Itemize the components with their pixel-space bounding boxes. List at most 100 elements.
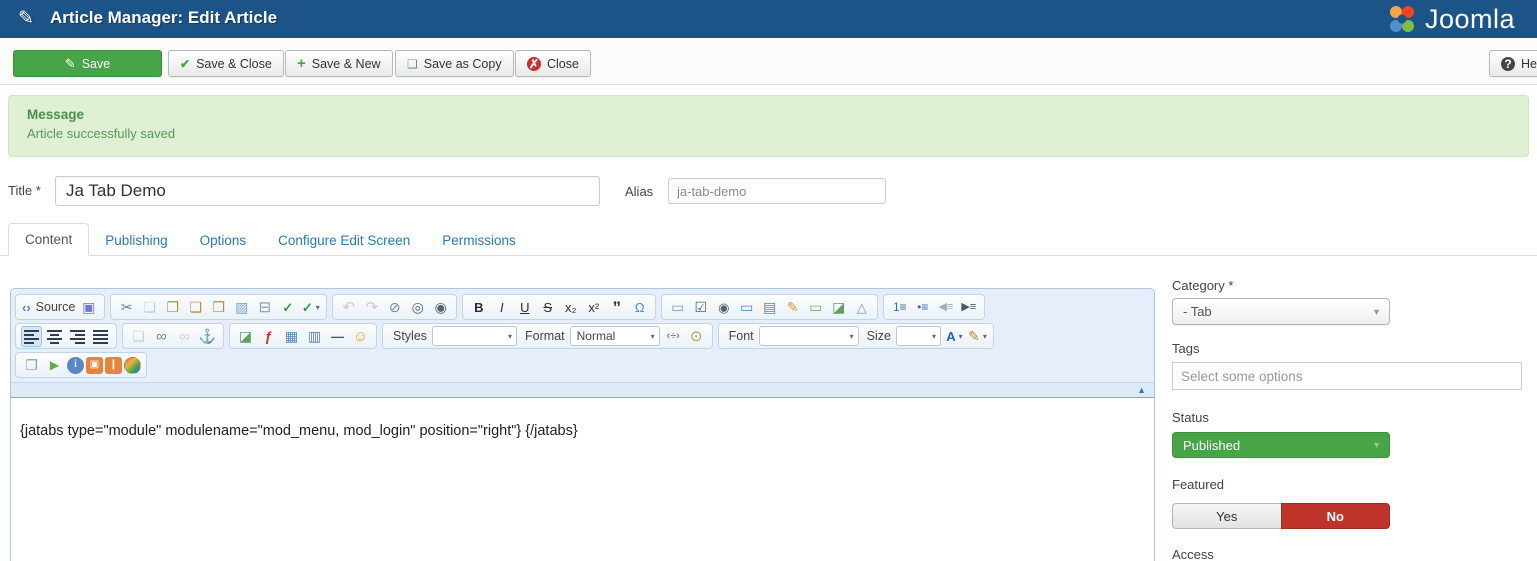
replace-icon[interactable]: ◉ (430, 297, 451, 318)
status-label: Status (1172, 410, 1209, 425)
save-icon: ✎ (64, 56, 76, 71)
superscript-icon[interactable]: x² (583, 297, 604, 318)
numbered-list-icon[interactable]: 1≡ (889, 297, 910, 318)
tab-bar: Content Publishing Options Configure Edit S… (0, 223, 1537, 256)
paste-word-icon[interactable]: ❒ (208, 297, 229, 318)
indent-icon[interactable]: ▶≡ (958, 297, 979, 318)
remove-format-icon[interactable]: ⊘ (384, 297, 405, 318)
magnify-icon[interactable]: ⊙ (686, 326, 707, 347)
subscript-icon[interactable]: x₂ (560, 297, 581, 318)
article-details-sidebar: Category * - Tab ▼ Tags Status Published… (1172, 276, 1532, 561)
format-select-label: Format (525, 329, 565, 343)
text-field-icon[interactable]: ▭ (736, 297, 757, 318)
strikethrough-icon[interactable]: S (537, 297, 558, 318)
select-all-icon[interactable]: ▨ (231, 297, 252, 318)
spellcheck-icon[interactable]: ✓ (277, 297, 298, 318)
bg-color-icon[interactable]: ✎ ▾ (967, 326, 988, 347)
form-icon[interactable]: ▭ (667, 297, 688, 318)
save-button[interactable]: ✎ Save (13, 50, 162, 77)
image-icon[interactable]: ◪ (235, 326, 256, 347)
align-justify-icon[interactable] (90, 326, 111, 347)
featured-yes-button[interactable]: Yes (1172, 503, 1281, 529)
radio-button-icon[interactable]: ◉ (713, 297, 734, 318)
redo-icon[interactable]: ↷ (361, 297, 382, 318)
pagebreak-icon[interactable]: ❙ (105, 356, 122, 374)
status-select[interactable]: Published ▼ (1172, 432, 1390, 458)
tab-options[interactable]: Options (184, 225, 263, 256)
print-icon[interactable]: ⊟ (254, 297, 275, 318)
document-link-icon[interactable]: ❏ (128, 326, 149, 347)
tags-input[interactable] (1172, 362, 1522, 390)
tags-label: Tags (1172, 341, 1200, 356)
featured-no-button[interactable]: No (1280, 503, 1390, 529)
tab-publishing[interactable]: Publishing (89, 225, 183, 256)
paste-text-icon[interactable]: ❑ (185, 297, 206, 318)
joomla-logo-icon (1390, 6, 1414, 32)
maximize-icon[interactable]: ❐ (21, 355, 42, 376)
save-close-button[interactable]: ✔ Save & Close (168, 50, 284, 77)
size-select[interactable]: ▾ (895, 326, 941, 346)
align-right-icon[interactable] (67, 326, 88, 347)
help-button[interactable]: ? Help (1489, 50, 1537, 77)
align-left-icon[interactable] (21, 325, 42, 347)
tab-configure-edit-screen[interactable]: Configure Edit Screen (262, 225, 426, 256)
button-icon[interactable]: ▭ (805, 297, 826, 318)
format-select[interactable]: Normal ▾ (569, 326, 660, 346)
bullet-list-icon[interactable]: •≡ (912, 297, 933, 318)
collapse-toolbar-icon[interactable]: ▲ (1137, 385, 1146, 395)
save-copy-button[interactable]: ❏ Save as Copy (395, 50, 514, 77)
show-blocks-icon[interactable]: ▶ (44, 355, 65, 376)
text-color-icon[interactable]: A ▾ (944, 326, 965, 347)
textarea-icon[interactable]: ✎ (782, 297, 803, 318)
close-button[interactable]: ✗ Close (515, 50, 591, 77)
paste-icon[interactable]: ❐ (162, 297, 183, 318)
link-icon[interactable]: ∞ (151, 326, 172, 347)
table-properties-icon[interactable]: ▥ (304, 326, 325, 347)
image-manager-icon[interactable]: ▣ (86, 356, 103, 374)
select-field-icon[interactable]: ▤ (759, 297, 780, 318)
access-label: Access (1172, 547, 1214, 561)
checkbox-icon[interactable]: ☑ (690, 297, 711, 318)
bold-icon[interactable]: B (468, 297, 489, 318)
smiley-icon[interactable]: ☺ (350, 326, 371, 347)
save-new-button[interactable]: + Save & New (285, 50, 393, 77)
check-icon: ✔ (180, 56, 191, 71)
category-select[interactable]: - Tab ▼ (1172, 298, 1390, 325)
success-message: Message Article successfully saved (8, 95, 1529, 157)
scayt-icon[interactable]: ✓ ▾ (300, 297, 321, 318)
italic-icon[interactable]: I (491, 297, 512, 318)
save-document-icon[interactable]: ▣ (78, 297, 99, 318)
editor: ‹› Source ▣ ✂ ❏ ❐ ❑ ❒ ▨ ⊟ ✓ ✓ ▾ ↶ ↷ ⊘ ◎ ◉ B I U Sx₂ x²” Ω ▭ ☑ ◉ ▭ ▤ ✎… (10, 288, 1155, 561)
div-container-icon[interactable]: ‹÷› (663, 326, 684, 347)
alias-input[interactable] (668, 178, 886, 204)
undo-icon[interactable]: ↶ (338, 297, 359, 318)
font-select[interactable]: ▾ (758, 326, 859, 346)
source-button[interactable]: ‹› Source (21, 297, 76, 318)
tab-content[interactable]: Content (8, 223, 90, 256)
horizontal-rule-icon[interactable]: ― (327, 326, 348, 347)
outdent-icon[interactable]: ◀≡ (935, 297, 956, 318)
styles-select[interactable]: ▾ (432, 326, 518, 346)
title-input[interactable] (55, 176, 600, 206)
copy-icon[interactable]: ❏ (139, 297, 160, 318)
styles-select-label: Styles (393, 329, 428, 343)
find-icon[interactable]: ◎ (407, 297, 428, 318)
cut-icon[interactable]: ✂ (116, 297, 137, 318)
page-title: Article Manager: Edit Article (50, 8, 278, 27)
underline-icon[interactable]: U (514, 297, 535, 318)
tab-permissions[interactable]: Permissions (426, 225, 532, 256)
action-toolbar: ✎ Save ✔ Save & Close + Save & New ❏ Sav… (0, 38, 1537, 85)
hidden-field-icon[interactable]: △ (851, 297, 872, 318)
align-center-icon[interactable] (44, 326, 65, 347)
category-value: - Tab (1183, 304, 1212, 319)
blockquote-icon[interactable]: ” (606, 297, 627, 318)
anchor-icon[interactable]: ⚓ (197, 326, 218, 347)
unlink-icon[interactable]: ∞ (174, 326, 195, 347)
editor-content[interactable]: {jatabs type="module" modulename="mod_me… (11, 397, 1154, 561)
image-button-icon[interactable]: ◪ (828, 297, 849, 318)
media-icon[interactable] (124, 356, 141, 374)
flash-icon[interactable]: ƒ (258, 326, 279, 347)
special-char-icon[interactable]: Ω (629, 297, 650, 318)
table-icon[interactable]: ▦ (281, 326, 302, 347)
about-icon[interactable]: i (67, 356, 84, 374)
